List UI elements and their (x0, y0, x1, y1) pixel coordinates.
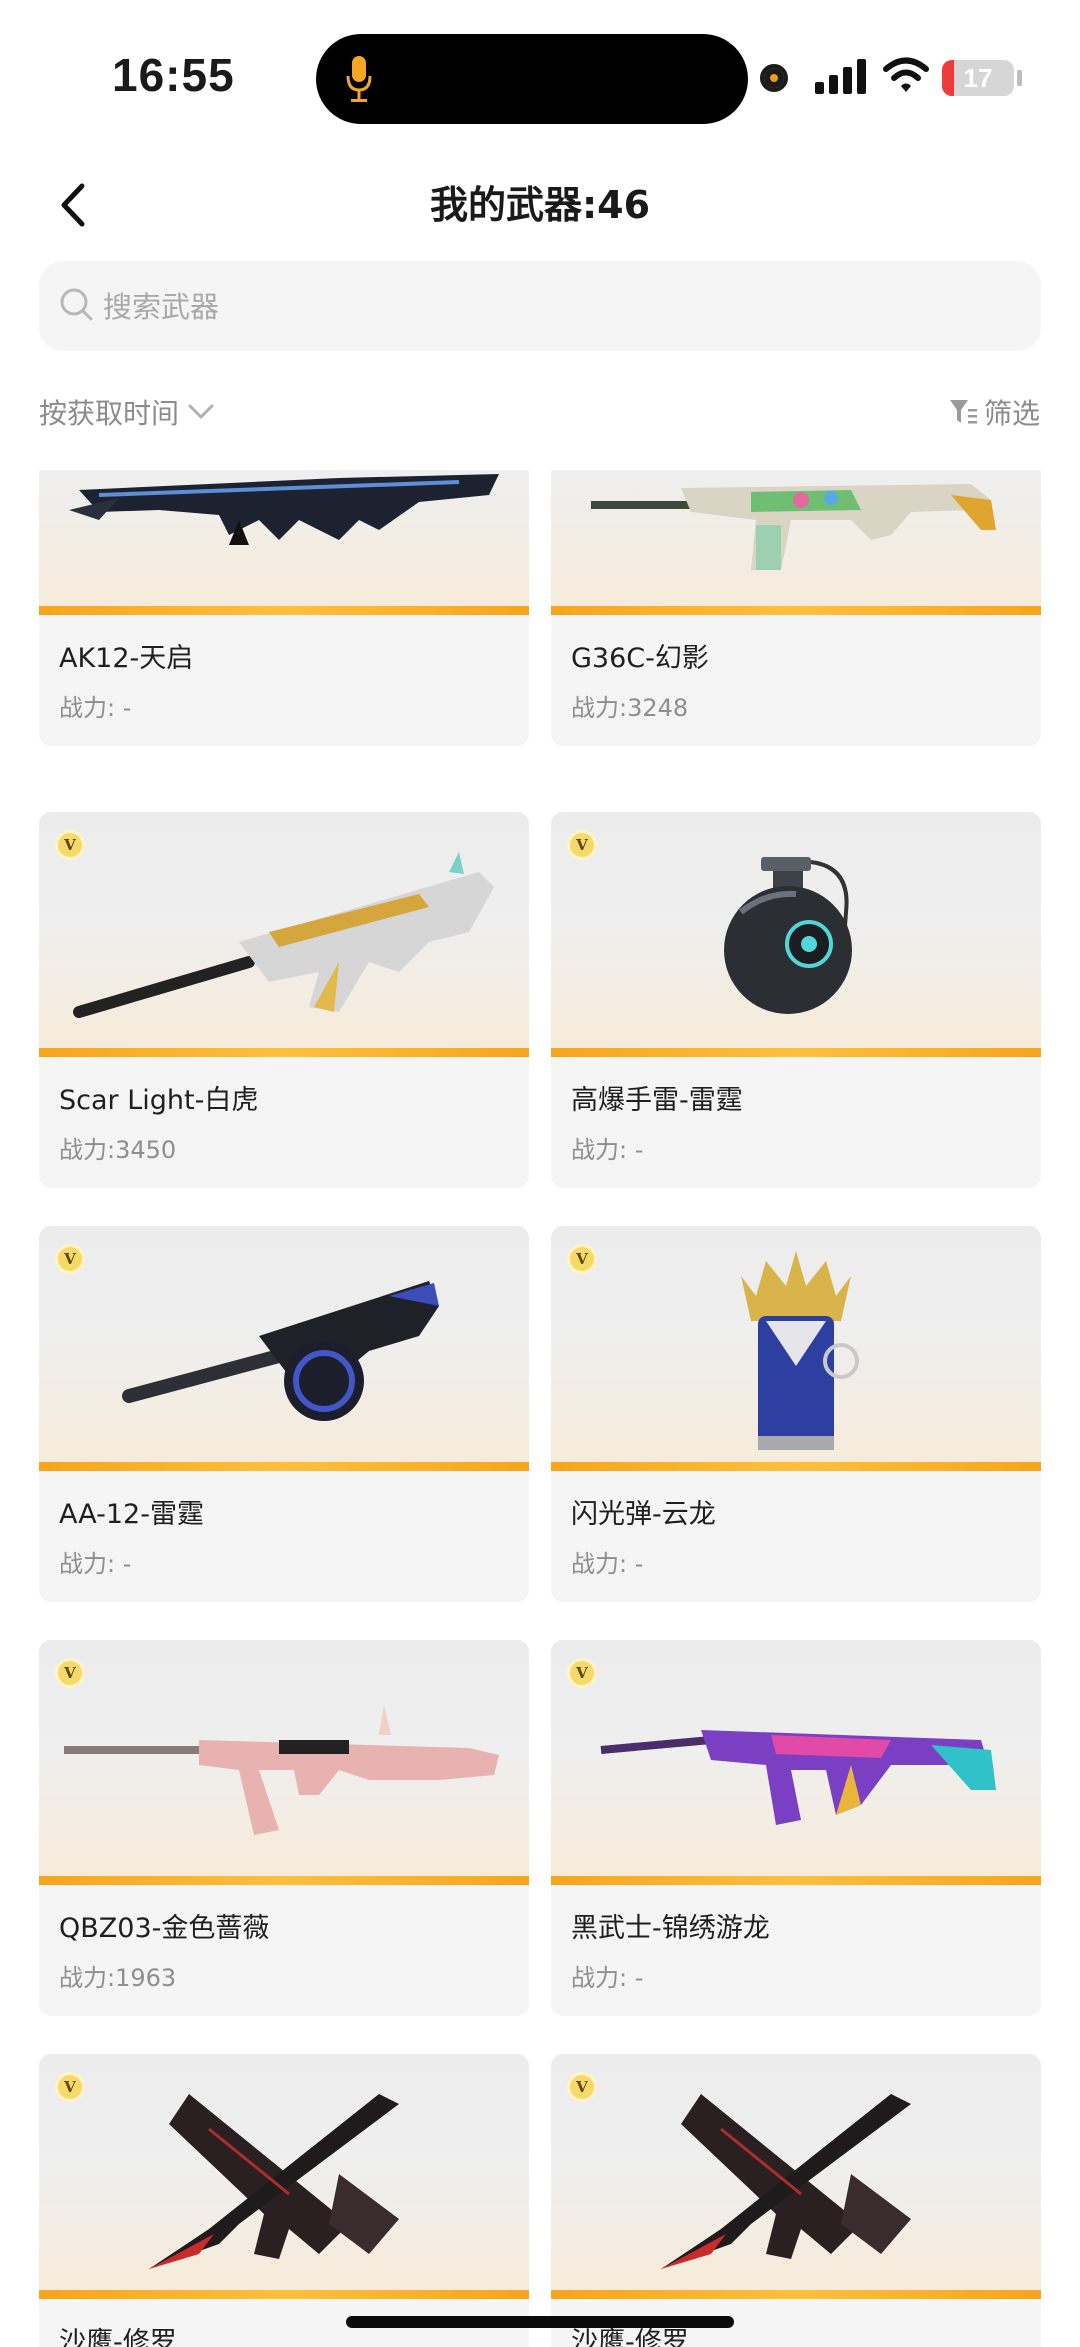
weapon-power: 战力: - (571, 1136, 644, 1164)
weapon-power: 战力: - (571, 1964, 644, 1992)
weapon-name: 黑武士-锦绣游龙 (571, 1913, 770, 1944)
search-bar[interactable] (39, 261, 1041, 353)
vip-badge-icon: V (55, 1244, 85, 1274)
search-icon (60, 288, 93, 321)
weapon-image: V (551, 1640, 1041, 1885)
battery-level: 17 (963, 63, 993, 93)
weapon-card[interactable]: V Scar Light-白虎 战力:3450 (39, 812, 529, 1188)
weapon-card[interactable]: V 高爆手雷-雷霆 战力: - (551, 812, 1041, 1188)
weapon-power: 战力: - (59, 694, 132, 722)
page-title: 我的武器:46 (429, 183, 651, 227)
weapon-name: AA-12-雷霆 (59, 1499, 204, 1530)
weapon-image (551, 470, 1041, 615)
sort-dropdown[interactable]: 按获取时间 (39, 392, 215, 432)
weapon-image: V (39, 1640, 529, 1885)
vip-badge-icon: V (55, 830, 85, 860)
battery-icon: 17 (942, 60, 1014, 96)
home-indicator[interactable] (346, 2316, 734, 2328)
weapon-grid[interactable]: AK12-天启 战力: - G36C-幻影 战力:3248 V Scar Lig… (0, 470, 1080, 2347)
weapon-card[interactable]: V QBZ03-金色蔷薇 战力:1963 (39, 1640, 529, 2016)
microphone-icon (346, 56, 372, 102)
weapon-name: G36C-幻影 (571, 643, 709, 674)
flashbang-icon (741, 1251, 859, 1450)
weapon-card[interactable]: V AA-12-雷霆 战力: - (39, 1226, 529, 1602)
weapon-card[interactable]: AK12-天启 战力: - (39, 470, 529, 746)
status-time: 16:55 (112, 49, 235, 101)
filter-label: 筛选 (983, 397, 1040, 430)
weapon-power: 战力:3450 (59, 1136, 177, 1164)
weapon-image: V (39, 1226, 529, 1471)
rifle-dark-icon (69, 474, 499, 545)
weapon-image: V (551, 2054, 1041, 2299)
weapon-power: 战力: - (571, 1550, 644, 1578)
weapon-image: V (551, 1226, 1041, 1471)
wifi-icon (883, 57, 929, 92)
search-input[interactable] (101, 261, 1005, 353)
filter-button[interactable]: 筛选 (948, 392, 1040, 432)
vip-badge-icon: V (567, 830, 597, 860)
weapon-image: V (39, 812, 529, 1057)
weapon-name: 闪光弹-云龙 (571, 1499, 716, 1530)
dual-pistol-icon (149, 2094, 399, 2269)
weapon-name: Scar Light-白虎 (59, 1085, 259, 1116)
weapon-name: QBZ03-金色蔷薇 (59, 1913, 270, 1944)
battery-cap (1017, 70, 1022, 86)
rifle-dragon-icon (600, 1730, 996, 1825)
weapon-name: AK12-天启 (59, 643, 194, 674)
weapon-card[interactable]: V 沙鹰-修罗 (551, 2054, 1041, 2347)
rifle-white-tiger-icon (73, 852, 494, 1018)
filter-icon (949, 400, 977, 424)
vip-badge-icon: V (567, 1658, 597, 1688)
vip-badge-icon: V (567, 1244, 597, 1274)
rifle-colorful-icon (591, 484, 996, 570)
dynamic-island (316, 34, 748, 124)
weapon-card[interactable]: V 闪光弹-云龙 战力: - (551, 1226, 1041, 1602)
grenade-icon (724, 857, 852, 1014)
rifle-pink-icon (64, 1705, 499, 1835)
weapon-image (39, 470, 529, 615)
weapon-card[interactable]: G36C-幻影 战力:3248 (551, 470, 1041, 746)
recording-indicator-icon (760, 64, 788, 92)
vip-badge-icon: V (55, 1658, 85, 1688)
weapon-name: 沙鹰-修罗 (59, 2327, 177, 2347)
vip-badge-icon: V (567, 2072, 597, 2102)
weapon-card[interactable]: V 黑武士-锦绣游龙 战力: - (551, 1640, 1041, 2016)
weapon-power: 战力:1963 (59, 1964, 177, 1992)
weapon-image: V (39, 2054, 529, 2299)
weapon-name: 高爆手雷-雷霆 (571, 1085, 743, 1116)
dual-pistol-icon (661, 2094, 911, 2269)
chevron-down-icon (188, 404, 214, 419)
shotgun-drum-icon (122, 1281, 439, 1421)
weapon-image: V (551, 812, 1041, 1057)
vip-badge-icon: V (55, 2072, 85, 2102)
cellular-signal-icon (815, 59, 866, 94)
sort-label: 按获取时间 (39, 397, 180, 430)
weapon-card[interactable]: V 沙鹰-修罗 (39, 2054, 529, 2347)
status-bar: 16:55 17 (0, 0, 1080, 150)
weapon-power: 战力: - (59, 1550, 132, 1578)
weapon-power: 战力:3248 (571, 694, 689, 722)
